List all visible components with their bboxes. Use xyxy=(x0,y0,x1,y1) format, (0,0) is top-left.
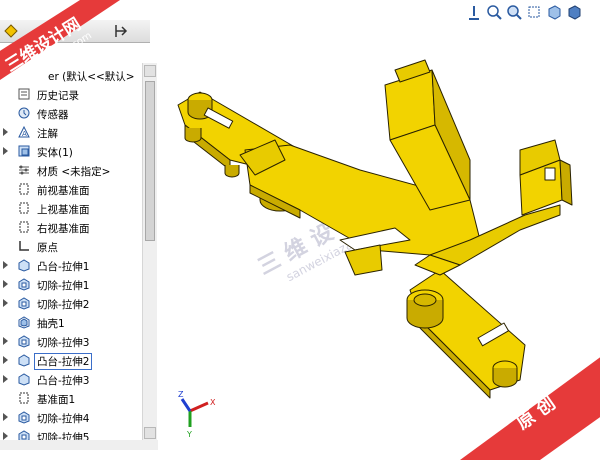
feature-tree-item[interactable]: 实体(1) xyxy=(0,142,142,161)
feature-tree-item[interactable]: 切除-拉伸1 xyxy=(0,275,142,294)
plane-icon xyxy=(19,221,29,233)
feature-tree-item[interactable]: 前视基准面 xyxy=(0,180,142,199)
scroll-down-button[interactable] xyxy=(144,427,156,439)
plane-icon xyxy=(19,183,29,195)
feature-tree-item[interactable]: 切除-拉伸4 xyxy=(0,408,142,427)
plane-icon xyxy=(19,392,29,404)
expand-arrow-icon[interactable] xyxy=(3,337,8,345)
feature-tree-item-label: 切除-拉伸1 xyxy=(37,280,90,292)
feature-tree-item-label: 前视基准面 xyxy=(37,185,90,197)
cut-extrude-icon xyxy=(18,297,30,310)
feature-tree-item-label: 注解 xyxy=(37,128,58,140)
feature-tree-item[interactable]: A 注解 xyxy=(0,123,142,142)
expand-arrow-icon[interactable] xyxy=(3,280,8,288)
feature-tree-vertical-scrollbar[interactable] xyxy=(142,63,157,441)
material-icon xyxy=(19,165,29,175)
expand-arrow-icon[interactable] xyxy=(3,299,8,307)
boss-extrude-icon xyxy=(18,259,30,272)
sensor-icon xyxy=(18,107,30,119)
feature-tree-item-label: 抽壳1 xyxy=(37,318,65,330)
expand-arrow-icon[interactable] xyxy=(3,147,8,155)
watermark-banner-top-left: 三维设计网 sanweixiazai.com xyxy=(0,0,120,86)
feature-tree-item-label: 右视基准面 xyxy=(37,223,90,235)
feature-tree-item-label: 凸台-拉伸1 xyxy=(37,261,90,273)
feature-tree-item[interactable]: 原点 xyxy=(0,237,142,256)
expand-arrow-icon[interactable] xyxy=(3,432,8,440)
feature-tree-item-label: 传感器 xyxy=(37,109,69,121)
feature-tree-item-label: 切除-拉伸3 xyxy=(37,337,90,349)
annotation-icon: A xyxy=(18,125,30,138)
solid-bodies-icon xyxy=(18,145,30,157)
feature-tree-item-label: 原点 xyxy=(37,242,58,254)
feature-tree-item-label: 实体(1) xyxy=(37,147,73,159)
feature-tree-item[interactable]: 上视基准面 xyxy=(0,199,142,218)
expand-arrow-icon[interactable] xyxy=(3,356,8,364)
expand-arrow-icon[interactable] xyxy=(3,375,8,383)
boss-extrude-icon xyxy=(18,354,30,367)
origin-icon xyxy=(19,241,29,251)
watermark-banner-bottom-right: 原 创 xyxy=(460,357,600,460)
feature-tree-item-label: 材质 <未指定> xyxy=(37,166,111,178)
feature-tree-item[interactable]: 切除-拉伸3 xyxy=(0,332,142,351)
svg-text:A: A xyxy=(22,130,27,138)
feature-tree-item[interactable]: 右视基准面 xyxy=(0,218,142,237)
feature-tree-item[interactable]: 切除-拉伸2 xyxy=(0,294,142,313)
scroll-thumb[interactable] xyxy=(145,81,155,241)
expand-arrow-icon[interactable] xyxy=(3,128,8,136)
feature-tree-item-label: 凸台-拉伸2 xyxy=(33,353,93,370)
expand-arrow-icon[interactable] xyxy=(3,261,8,269)
plane-icon xyxy=(19,202,29,214)
expand-arrow-icon[interactable] xyxy=(3,413,8,421)
feature-tree-item-label: 上视基准面 xyxy=(37,204,90,216)
feature-tree-item[interactable]: 凸台-拉伸2 xyxy=(0,351,142,370)
feature-tree-item[interactable]: 材质 <未指定> xyxy=(0,161,142,180)
cut-extrude-icon xyxy=(18,335,30,348)
cut-extrude-icon xyxy=(18,411,30,424)
feature-tree-item[interactable]: 凸台-拉伸1 xyxy=(0,256,142,275)
feature-tree-item-label: 基准面1 xyxy=(37,394,76,406)
feature-tree-item[interactable]: 基准面1 xyxy=(0,389,142,408)
feature-tree-item-label: 凸台-拉伸3 xyxy=(37,375,90,387)
boss-extrude-icon xyxy=(18,373,30,386)
shell-icon xyxy=(18,316,30,329)
feature-tree-item[interactable]: 抽壳1 xyxy=(0,313,142,332)
cut-extrude-icon xyxy=(18,278,30,291)
feature-tree-item[interactable]: 传感器 xyxy=(0,104,142,123)
feature-tree-item-label: 切除-拉伸2 xyxy=(37,299,90,311)
feature-tree-item-label: 切除-拉伸4 xyxy=(37,413,90,425)
feature-tree-horizontal-scrollbar[interactable] xyxy=(0,440,158,450)
feature-tree-item[interactable]: 凸台-拉伸3 xyxy=(0,370,142,389)
